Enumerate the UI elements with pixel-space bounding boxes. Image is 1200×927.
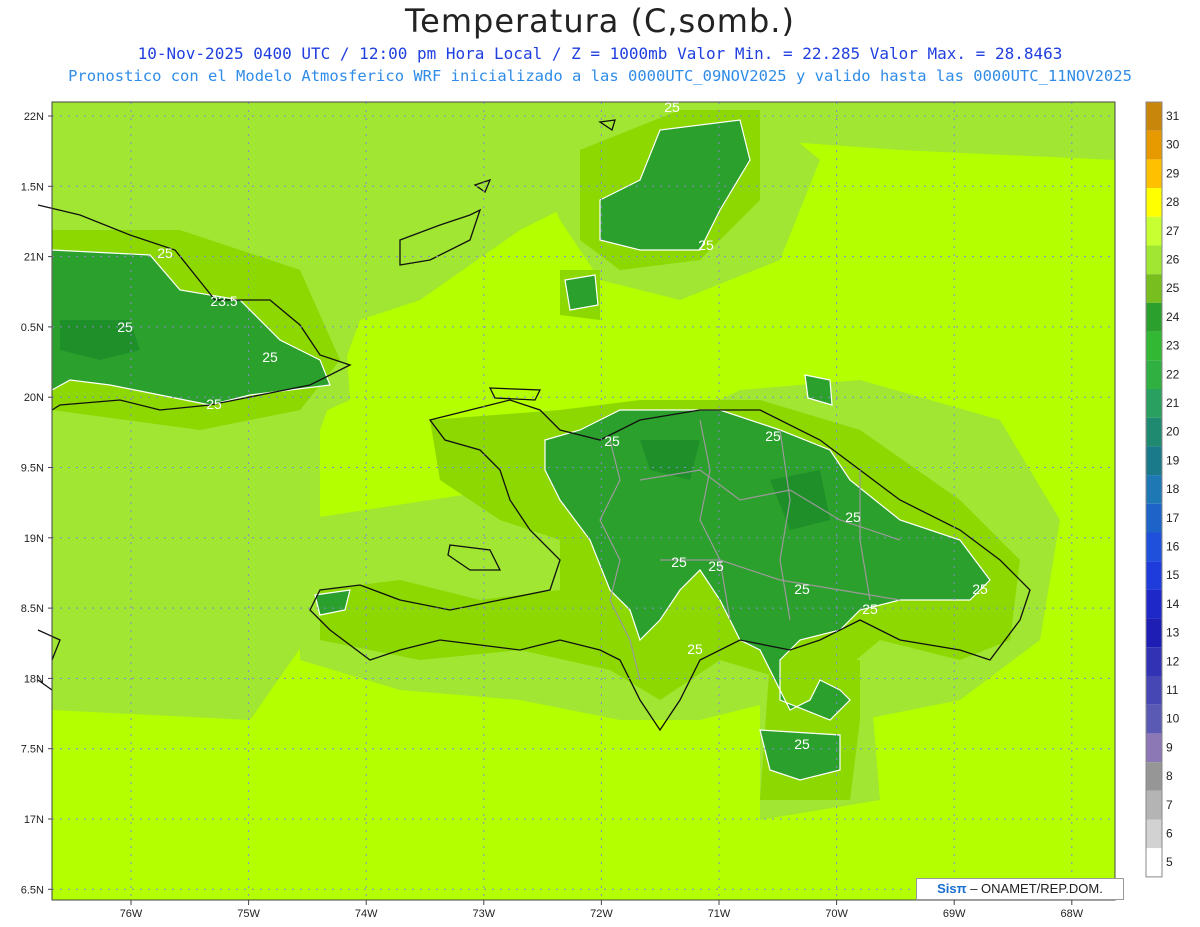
contour-label: 25 bbox=[708, 558, 724, 574]
colorbar-segment bbox=[1146, 647, 1162, 676]
contour-label: 23.5 bbox=[210, 293, 237, 309]
colorbar-segment bbox=[1146, 819, 1162, 849]
lat-label: 1.5N bbox=[21, 181, 44, 193]
lat-label: 20N bbox=[24, 392, 44, 404]
colorbar-label: 8 bbox=[1166, 769, 1173, 783]
colorbar-segment bbox=[1146, 188, 1162, 217]
colorbar-segment bbox=[1146, 475, 1162, 504]
colorbar-label: 9 bbox=[1166, 740, 1173, 754]
contour-label: 25 bbox=[765, 428, 781, 444]
contour-label: 25 bbox=[206, 396, 222, 412]
colorbar-segment bbox=[1146, 159, 1162, 189]
colorbar-label: 14 bbox=[1166, 597, 1180, 611]
credit-box: Sisπ – ONAMET/REP.DOM. bbox=[916, 878, 1124, 900]
contour-label: 25 bbox=[845, 509, 861, 525]
colorbar-label: 6 bbox=[1166, 827, 1173, 841]
colorbar-segment bbox=[1146, 302, 1162, 332]
longitude-labels: 76W 75W 74W 73W 72W 71W 70W 69W 68W bbox=[120, 900, 1084, 920]
contour-label: 25 bbox=[862, 601, 878, 617]
contour-label: 25 bbox=[794, 581, 810, 597]
lon-label: 71W bbox=[708, 908, 731, 920]
colorbar-label: 28 bbox=[1166, 195, 1180, 209]
colorbar-label: 24 bbox=[1166, 310, 1180, 324]
colorbar-segment bbox=[1146, 245, 1162, 275]
contour-label: 25 bbox=[794, 736, 810, 752]
colorbar-label: 27 bbox=[1166, 224, 1180, 238]
colorbar: 31 30 29 28 27 26 25 24 23 22 21 20 19 18 17 16 15 14 13 12… bbox=[1145, 101, 1180, 878]
colorbar-segment bbox=[1146, 331, 1162, 361]
colorbar-label: 19 bbox=[1166, 453, 1180, 467]
lon-label: 73W bbox=[472, 908, 495, 920]
colorbar-label: 11 bbox=[1166, 683, 1179, 697]
colorbar-segment bbox=[1146, 446, 1162, 476]
colorbar-label: 21 bbox=[1166, 396, 1180, 410]
colorbar-segment bbox=[1146, 130, 1162, 160]
contour-label: 25 bbox=[698, 237, 714, 253]
colorbar-label: 20 bbox=[1166, 425, 1180, 439]
colorbar-segment bbox=[1146, 274, 1162, 303]
colorbar-segment bbox=[1146, 848, 1162, 877]
colorbar-label: 26 bbox=[1166, 253, 1180, 267]
lat-label: 17N bbox=[24, 814, 44, 826]
lat-label: 21N bbox=[24, 252, 44, 264]
colorbar-label: 25 bbox=[1166, 281, 1180, 295]
colorbar-segment bbox=[1146, 676, 1162, 705]
colorbar-segment bbox=[1146, 417, 1162, 447]
colorbar-label: 29 bbox=[1166, 166, 1180, 180]
contour-label: 25 bbox=[664, 99, 680, 115]
colorbar-segment bbox=[1146, 790, 1162, 820]
colorbar-label: 5 bbox=[1166, 855, 1173, 869]
lon-label: 75W bbox=[237, 908, 260, 920]
lat-label: 22N bbox=[24, 111, 44, 123]
colorbar-label: 18 bbox=[1166, 482, 1180, 496]
colorbar-segment bbox=[1146, 762, 1162, 791]
colorbar-label: 16 bbox=[1166, 540, 1180, 554]
colorbar-label: 22 bbox=[1166, 367, 1180, 381]
contour-label: 25 bbox=[687, 641, 703, 657]
colorbar-segment bbox=[1146, 704, 1162, 734]
colorbar-segment bbox=[1146, 618, 1162, 648]
contour-label: 25 bbox=[671, 554, 687, 570]
colorbar-label: 15 bbox=[1166, 568, 1180, 582]
colorbar-label: 12 bbox=[1166, 654, 1180, 668]
contour-label: 25 bbox=[262, 349, 278, 365]
colorbar-segment bbox=[1146, 389, 1162, 418]
temperature-map: 22N 1.5N 21N 0.5N 20N 9.5N 19N 8.5N 18N 7.5N 17N 6.… bbox=[21, 99, 1180, 920]
colorbar-segment bbox=[1146, 589, 1162, 619]
colorbar-segment bbox=[1146, 561, 1162, 590]
colorbar-label: 7 bbox=[1166, 798, 1173, 812]
colorbar-label: 13 bbox=[1166, 626, 1180, 640]
contour-label: 25 bbox=[117, 319, 133, 335]
credit-text: – ONAMET/REP.DOM. bbox=[966, 881, 1103, 896]
lat-label: 6.5N bbox=[21, 884, 44, 896]
colorbar-segment bbox=[1146, 733, 1162, 763]
colorbar-label: 17 bbox=[1166, 511, 1180, 525]
lon-label: 72W bbox=[590, 908, 613, 920]
lon-label: 69W bbox=[943, 908, 966, 920]
colorbar-segment bbox=[1146, 216, 1162, 246]
latitude-labels: 22N 1.5N 21N 0.5N 20N 9.5N 19N 8.5N 18N 7.5N 17N 6.… bbox=[21, 111, 52, 896]
lon-label: 68W bbox=[1060, 908, 1083, 920]
contour-label: 25 bbox=[157, 245, 173, 261]
lat-label: 19N bbox=[24, 533, 44, 545]
lat-label: 0.5N bbox=[21, 322, 44, 334]
colorbar-segment bbox=[1146, 102, 1162, 131]
lon-label: 74W bbox=[355, 908, 378, 920]
colorbar-label: 10 bbox=[1166, 712, 1180, 726]
colorbar-segment bbox=[1146, 503, 1162, 533]
colorbar-segment bbox=[1146, 532, 1162, 562]
contour-label: 25 bbox=[604, 433, 620, 449]
colorbar-label: 23 bbox=[1166, 339, 1180, 353]
lat-label: 9.5N bbox=[21, 463, 44, 475]
colorbar-segment bbox=[1146, 360, 1162, 389]
colorbar-label: 31 bbox=[1166, 109, 1180, 123]
lat-label: 7.5N bbox=[21, 744, 44, 756]
lat-label: 8.5N bbox=[21, 603, 44, 615]
lat-label: 18N bbox=[24, 673, 44, 685]
lon-label: 70W bbox=[825, 908, 848, 920]
lon-label: 76W bbox=[120, 908, 143, 920]
colorbar-label: 30 bbox=[1166, 138, 1180, 152]
contour-label: 25 bbox=[972, 581, 988, 597]
sispi-logo: Sisπ bbox=[937, 881, 967, 896]
